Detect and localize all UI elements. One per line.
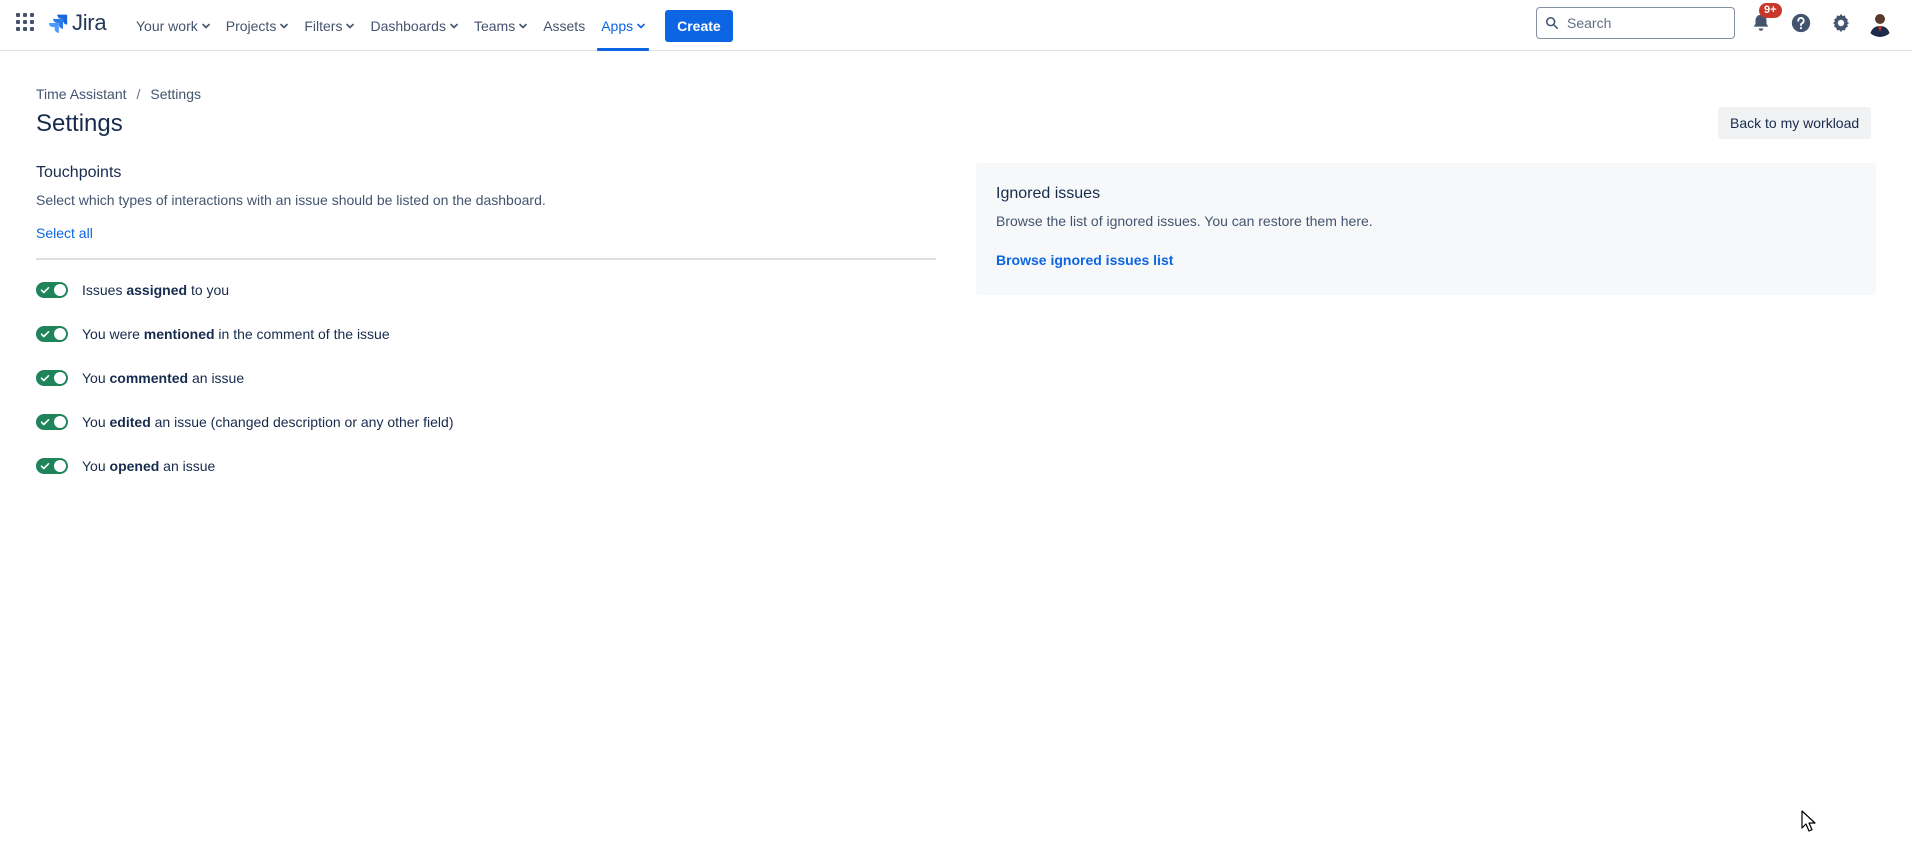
toggle-label-prefix: Issues — [82, 282, 127, 298]
toggle-label-prefix: You — [82, 458, 110, 474]
toggle-label: You were mentioned in the comment of the… — [82, 326, 390, 342]
toggle-label-prefix: You — [82, 414, 110, 430]
touchpoint-row-opened: You opened an issue — [36, 456, 453, 476]
toggle-knob — [54, 328, 66, 340]
toggle-label-suffix: an issue (changed description or any oth… — [150, 414, 454, 430]
search-box[interactable] — [1536, 7, 1735, 39]
toggle-mentioned[interactable] — [36, 326, 68, 342]
back-to-workload-button[interactable]: Back to my workload — [1718, 107, 1872, 139]
toggle-knob — [54, 416, 66, 428]
check-icon — [40, 287, 50, 294]
ignored-issues-panel: Ignored issues Browse the list of ignore… — [976, 163, 1876, 295]
nav-item-apps[interactable]: Apps — [593, 0, 653, 51]
toggle-label-keyword: opened — [109, 458, 160, 474]
breadcrumb-time-assistant[interactable]: Time Assistant — [36, 86, 127, 102]
nav-item-label: Apps — [601, 17, 634, 34]
touchpoints-title: Touchpoints — [36, 164, 122, 181]
toggle-label-suffix: to you — [187, 282, 230, 298]
nav-item-label: Teams — [473, 17, 516, 34]
nav-item-label: Dashboards — [370, 17, 446, 34]
user-avatar-image — [1866, 9, 1894, 37]
check-icon — [40, 419, 50, 426]
breadcrumb-separator: / — [136, 86, 141, 102]
touchpoint-toggle-list: Issues assigned to you You were mentioned… — [36, 280, 453, 500]
touchpoint-row-edited: You edited an issue (changed description… — [36, 412, 453, 432]
touchpoint-row-commented: You commented an issue — [36, 368, 453, 388]
toggle-opened[interactable] — [36, 458, 68, 474]
mouse-pointer-icon — [1801, 810, 1816, 832]
divider — [36, 258, 936, 260]
breadcrumb-settings[interactable]: Settings — [150, 86, 201, 102]
settings-button[interactable] — [1825, 7, 1857, 39]
toggle-label-suffix: in the comment of the issue — [214, 326, 390, 342]
select-all-link[interactable]: Select all — [36, 225, 93, 241]
logo-text: Jira — [72, 10, 107, 35]
breadcrumb: Time Assistant / Settings — [36, 86, 201, 102]
jira-logo-icon — [48, 14, 68, 33]
check-icon — [40, 463, 50, 470]
search-input[interactable] — [1567, 15, 1717, 31]
nav-item-label: Filters — [304, 17, 343, 34]
notifications-button[interactable]: 9+ — [1745, 3, 1782, 39]
nav-item-projects[interactable]: Projects — [218, 0, 297, 51]
nav-item-label: Projects — [225, 17, 277, 34]
chevron-down-icon — [280, 23, 289, 28]
notification-badge: 9+ — [1759, 3, 1782, 18]
toggle-label: You opened an issue — [82, 458, 215, 474]
nav-item-label: Assets — [543, 17, 586, 34]
chevron-down-icon — [450, 23, 458, 28]
toggle-label-prefix: You — [82, 370, 110, 386]
toggle-label-prefix: You were — [82, 326, 144, 342]
nav-item-filters[interactable]: Filters — [296, 0, 362, 51]
chevron-down-icon — [519, 23, 527, 28]
help-icon — [1791, 13, 1811, 33]
top-navigation: Jira Your work Projects Filters Dashboards T… — [0, 0, 1912, 51]
touchpoints-description: Select which types of interactions with … — [36, 192, 546, 208]
ignored-issues-title: Ignored issues — [996, 185, 1101, 202]
check-icon — [40, 375, 50, 382]
toggle-knob — [54, 372, 66, 384]
create-button[interactable]: Create — [665, 9, 733, 42]
toggle-label-keyword: edited — [109, 414, 151, 430]
nav-item-label: Your work — [136, 17, 198, 34]
toggle-label-suffix: an issue — [188, 370, 245, 386]
search-icon — [1545, 16, 1559, 30]
jira-logo[interactable]: Jira — [48, 10, 107, 35]
top-right-icons: 9+ — [1745, 3, 1865, 39]
toggle-label-keyword: mentioned — [143, 326, 215, 342]
touchpoint-row-mentioned: You were mentioned in the comment of the… — [36, 324, 453, 344]
nav-items: Your work Projects Filters Dashboards Teams A… — [128, 0, 733, 51]
toggle-edited[interactable] — [36, 414, 68, 430]
help-button[interactable] — [1785, 7, 1817, 39]
chevron-down-icon — [637, 23, 645, 28]
check-icon — [40, 331, 50, 338]
toggle-label: You edited an issue (changed description… — [82, 414, 453, 430]
toggle-knob — [54, 460, 66, 472]
ignored-issues-description: Browse the list of ignored issues. You c… — [996, 213, 1373, 229]
nav-item-dashboards[interactable]: Dashboards — [362, 0, 466, 51]
nav-item-your-work[interactable]: Your work — [128, 0, 218, 51]
nav-item-teams[interactable]: Teams — [466, 0, 535, 51]
toggle-knob — [54, 284, 66, 296]
toggle-commented[interactable] — [36, 370, 68, 386]
page-title: Settings — [36, 110, 123, 137]
toggle-label-keyword: assigned — [126, 282, 188, 298]
avatar[interactable] — [1866, 9, 1894, 37]
browse-ignored-issues-link[interactable]: Browse ignored issues list — [996, 252, 1173, 268]
touchpoint-row-assigned: Issues assigned to you — [36, 280, 453, 300]
chevron-down-icon — [346, 23, 355, 28]
nav-item-assets[interactable]: Assets — [535, 0, 593, 51]
toggle-assigned[interactable] — [36, 282, 68, 298]
toggle-label-suffix: an issue — [159, 458, 216, 474]
chevron-down-icon — [201, 23, 210, 28]
gear-icon — [1832, 13, 1850, 33]
grid-icon[interactable] — [16, 13, 34, 31]
toggle-label-keyword: commented — [109, 370, 189, 386]
toggle-label: Issues assigned to you — [82, 282, 229, 298]
toggle-label: You commented an issue — [82, 370, 244, 386]
